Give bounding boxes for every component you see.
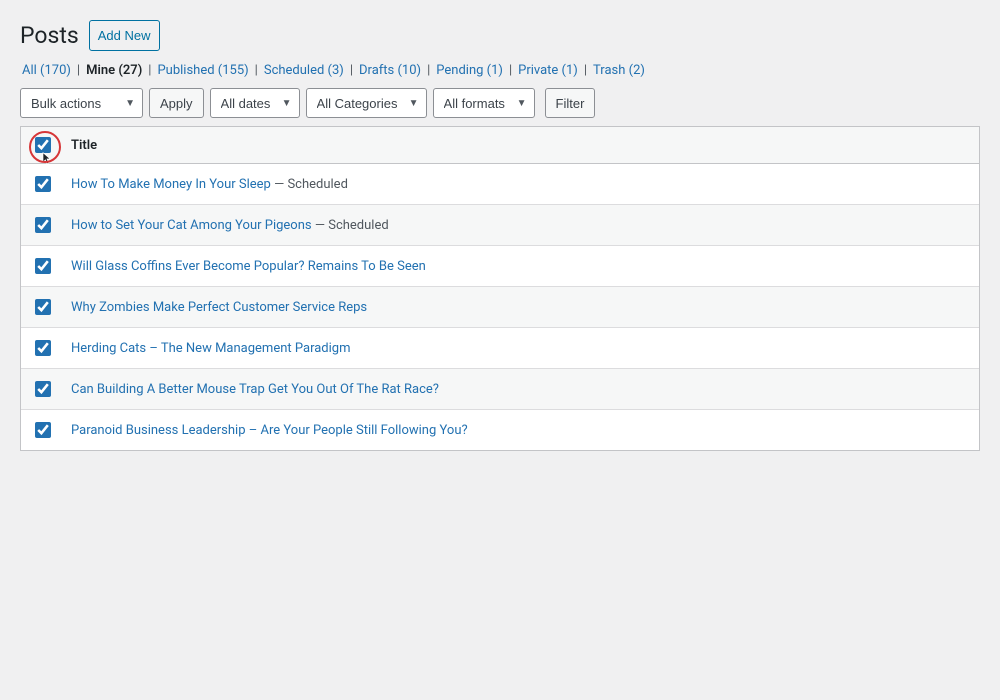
filter-tab-link-mine[interactable]: Mine (27) (84, 63, 144, 78)
post-checkbox-6[interactable] (35, 381, 51, 397)
tab-separator: | (584, 63, 587, 78)
filter-tab-link-scheduled[interactable]: Scheduled (3) (262, 63, 346, 78)
post-checkbox-7[interactable] (35, 422, 51, 438)
filter-tab-link-all[interactable]: All (170) (20, 63, 73, 78)
post-checkbox-4[interactable] (35, 299, 51, 315)
post-title-link-1[interactable]: How To Make Money In Your Sleep (71, 177, 271, 192)
post-checkbox-5[interactable] (35, 340, 51, 356)
post-title-col-4: Why Zombies Make Perfect Customer Servic… (71, 300, 965, 315)
filter-tab-link-pending[interactable]: Pending (1) (434, 63, 505, 78)
tab-separator: | (148, 63, 151, 78)
tab-separator: | (509, 63, 512, 78)
categories-select[interactable]: All Categories (306, 88, 427, 118)
page-title: Posts (20, 22, 79, 49)
post-title-link-5[interactable]: Herding Cats – The New Management Paradi… (71, 341, 351, 356)
filter-tab-all: All (170) | (20, 63, 84, 78)
bulk-actions-wrapper: Bulk actions Edit Move to Trash ▼ (20, 88, 143, 118)
post-title-link-3[interactable]: Will Glass Coffins Ever Become Popular? … (71, 259, 426, 274)
post-checkbox-col-2 (35, 217, 71, 233)
formats-select[interactable]: All formats (433, 88, 535, 118)
post-checkbox-3[interactable] (35, 258, 51, 274)
post-checkbox-wrap-6 (35, 381, 51, 397)
page-wrapper: Posts Add New All (170)|Mine (27)|Publis… (20, 20, 980, 451)
filter-tab-link-private[interactable]: Private (1) (516, 63, 580, 78)
post-checkbox-wrap-1 (35, 176, 51, 192)
post-status-1: — Scheduled (271, 177, 348, 192)
post-checkbox-wrap-4 (35, 299, 51, 315)
post-title-link-6[interactable]: Can Building A Better Mouse Trap Get You… (71, 382, 439, 397)
filter-tab-private: Private (1) | (516, 63, 591, 78)
apply-button[interactable]: Apply (149, 88, 204, 118)
select-all-checkbox-wrapper (35, 137, 51, 153)
post-checkbox-col-6 (35, 381, 71, 397)
dates-select[interactable]: All dates (210, 88, 300, 118)
filter-tab-drafts: Drafts (10) | (357, 63, 434, 78)
table-header: Title (21, 127, 979, 164)
categories-wrapper: All Categories ▼ (306, 88, 427, 118)
dates-wrapper: All dates ▼ (210, 88, 300, 118)
filter-tab-link-published[interactable]: Published (155) (155, 63, 250, 78)
post-checkbox-col-3 (35, 258, 71, 274)
post-title-link-4[interactable]: Why Zombies Make Perfect Customer Servic… (71, 300, 367, 315)
bulk-actions-select[interactable]: Bulk actions Edit Move to Trash (20, 88, 143, 118)
post-checkbox-col-5 (35, 340, 71, 356)
post-checkbox-1[interactable] (35, 176, 51, 192)
table-row: How To Make Money In Your Sleep — Schedu… (21, 164, 979, 205)
post-checkbox-wrap-5 (35, 340, 51, 356)
select-all-col (35, 137, 71, 153)
filter-tab-pending: Pending (1) | (434, 63, 516, 78)
tablenav: Bulk actions Edit Move to Trash ▼ Apply … (20, 88, 980, 118)
title-header-label: Title (71, 138, 965, 153)
post-title-col-7: Paranoid Business Leadership – Are Your … (71, 423, 965, 438)
filter-tab-mine: Mine (27) | (84, 63, 155, 78)
table-row: Can Building A Better Mouse Trap Get You… (21, 369, 979, 410)
post-title-link-2[interactable]: How to Set Your Cat Among Your Pigeons (71, 218, 312, 233)
tab-separator: | (350, 63, 353, 78)
post-checkbox-col-4 (35, 299, 71, 315)
post-title-link-7[interactable]: Paranoid Business Leadership – Are Your … (71, 423, 468, 438)
tab-separator: | (77, 63, 80, 78)
post-checkbox-wrap-3 (35, 258, 51, 274)
formats-wrapper: All formats ▼ (433, 88, 535, 118)
post-checkbox-wrap-2 (35, 217, 51, 233)
filter-tab-scheduled: Scheduled (3) | (262, 63, 357, 78)
tab-separator: | (255, 63, 258, 78)
table-row: Herding Cats – The New Management Paradi… (21, 328, 979, 369)
post-title-col-1: How To Make Money In Your Sleep — Schedu… (71, 177, 965, 192)
post-checkbox-2[interactable] (35, 217, 51, 233)
post-checkbox-wrap-7 (35, 422, 51, 438)
select-all-checkbox[interactable] (35, 137, 51, 153)
filter-tabs: All (170)|Mine (27)|Published (155)|Sche… (20, 63, 980, 78)
post-title-col-5: Herding Cats – The New Management Paradi… (71, 341, 965, 356)
posts-table: Title How To Make Money In Your Sleep — … (20, 126, 980, 451)
post-title-col-2: How to Set Your Cat Among Your Pigeons —… (71, 218, 965, 233)
add-new-button[interactable]: Add New (89, 20, 160, 51)
page-header: Posts Add New (20, 20, 980, 51)
posts-list: How To Make Money In Your Sleep — Schedu… (21, 164, 979, 450)
table-row: How to Set Your Cat Among Your Pigeons —… (21, 205, 979, 246)
title-column-header: Title (71, 138, 965, 153)
tab-separator: | (427, 63, 430, 78)
filter-tab-link-drafts[interactable]: Drafts (10) (357, 63, 423, 78)
table-row: Will Glass Coffins Ever Become Popular? … (21, 246, 979, 287)
post-title-col-6: Can Building A Better Mouse Trap Get You… (71, 382, 965, 397)
post-title-col-3: Will Glass Coffins Ever Become Popular? … (71, 259, 965, 274)
filter-tab-trash: Trash (2) (591, 63, 647, 78)
post-checkbox-col-1 (35, 176, 71, 192)
filter-tab-link-trash[interactable]: Trash (2) (591, 63, 647, 78)
table-row: Paranoid Business Leadership – Are Your … (21, 410, 979, 450)
filter-tab-published: Published (155) | (155, 63, 261, 78)
table-row: Why Zombies Make Perfect Customer Servic… (21, 287, 979, 328)
post-checkbox-col-7 (35, 422, 71, 438)
post-status-2: — Scheduled (312, 218, 389, 233)
filter-button[interactable]: Filter (545, 88, 596, 118)
